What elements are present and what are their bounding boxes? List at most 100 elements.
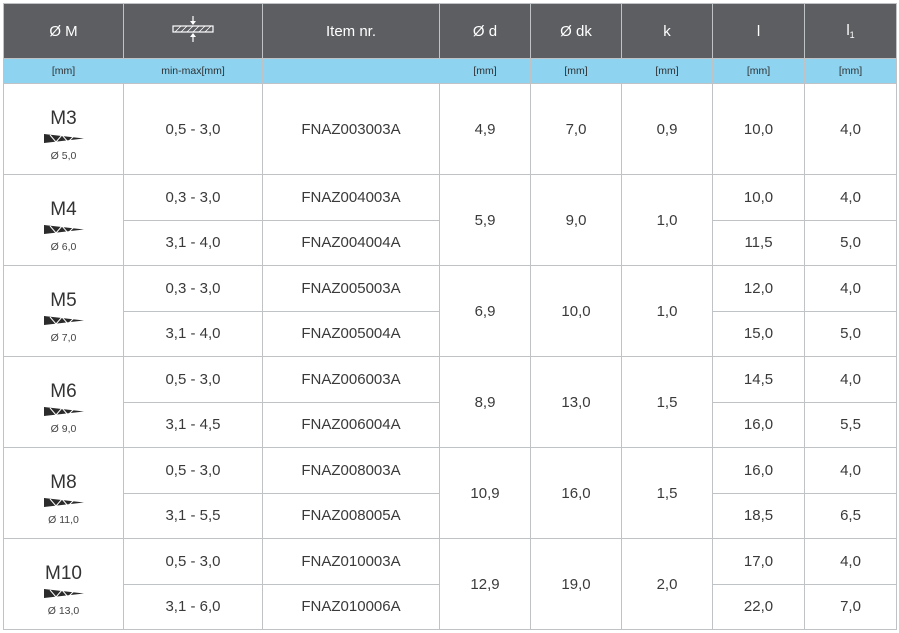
l1-value: 5,0 bbox=[804, 219, 897, 266]
grip-range: 0,5 - 3,0 bbox=[123, 538, 263, 585]
thread-size-cell: M10 Ø 13,0 bbox=[3, 538, 124, 630]
item-number: FNAZ008005A bbox=[262, 492, 440, 539]
thread-size-cell: M6 Ø 9,0 bbox=[3, 356, 124, 448]
k-value: 1,0 bbox=[621, 174, 713, 266]
grip-range: 3,1 - 4,5 bbox=[123, 401, 263, 448]
l-value: 16,0 bbox=[712, 447, 805, 494]
drill-diameter: Ø 11,0 bbox=[48, 513, 79, 526]
thread-size: M10 bbox=[45, 562, 82, 584]
l1-value: 5,0 bbox=[804, 310, 897, 357]
unit-dk: [mm] bbox=[530, 58, 622, 84]
unit-l1: [mm] bbox=[804, 58, 897, 84]
grip-range: 0,5 - 3,0 bbox=[123, 447, 263, 494]
drill-diameter: Ø 13,0 bbox=[47, 604, 80, 617]
grip-range: 3,1 - 6,0 bbox=[123, 583, 263, 630]
item-number: FNAZ006003A bbox=[262, 356, 440, 403]
l1-value: 4,0 bbox=[804, 265, 897, 312]
table-row: M4 Ø 6,0 0,3 - 3,0 FNAZ004003A 5,9 9,0 1,0 10,0… bbox=[3, 174, 897, 266]
header-item-number: Item nr. bbox=[262, 3, 440, 59]
header-l: l bbox=[712, 3, 805, 59]
l-value: 22,0 bbox=[712, 583, 805, 630]
drill-diameter: Ø 7,0 bbox=[50, 331, 77, 344]
k-value: 1,5 bbox=[621, 356, 713, 448]
table-row: M6 Ø 9,0 0,5 - 3,0 FNAZ006003A 8,9 13,0 1,5 14,… bbox=[3, 356, 897, 448]
diameter-dk: 10,0 bbox=[530, 265, 622, 357]
thread-size-cell: M3 Ø 5,0 bbox=[3, 83, 124, 175]
header-l1: l1 bbox=[804, 3, 897, 59]
drill-bit-icon bbox=[43, 588, 84, 598]
item-number: FNAZ005003A bbox=[262, 265, 440, 312]
diameter-dk: 19,0 bbox=[530, 538, 622, 630]
grip-range: 0,3 - 3,0 bbox=[123, 174, 263, 221]
l1-value: 4,0 bbox=[804, 447, 897, 494]
l-value: 15,0 bbox=[712, 310, 805, 357]
drill-diameter: Ø 9,0 bbox=[50, 422, 77, 435]
drill-bit-icon bbox=[43, 497, 84, 507]
l-value: 14,5 bbox=[712, 356, 805, 403]
diameter-d: 4,9 bbox=[439, 83, 531, 175]
unit-l: [mm] bbox=[712, 58, 805, 84]
unit-d: [mm] bbox=[439, 58, 531, 84]
item-number: FNAZ010003A bbox=[262, 538, 440, 585]
item-number: FNAZ003003A bbox=[262, 83, 440, 175]
l1-value: 7,0 bbox=[804, 583, 897, 630]
units-row: [mm] min-max[mm] [mm] [mm] [mm] [mm] [mm… bbox=[3, 58, 897, 84]
diameter-dk: 9,0 bbox=[530, 174, 622, 266]
item-number: FNAZ004003A bbox=[262, 174, 440, 221]
l-value: 18,5 bbox=[712, 492, 805, 539]
l1-value: 4,0 bbox=[804, 83, 897, 175]
item-number: FNAZ006004A bbox=[262, 401, 440, 448]
unit-item bbox=[262, 58, 440, 84]
l1-value: 5,5 bbox=[804, 401, 897, 448]
k-value: 1,5 bbox=[621, 447, 713, 539]
drill-diameter: Ø 6,0 bbox=[50, 240, 77, 253]
thread-size-cell: M8 Ø 11,0 bbox=[3, 447, 124, 539]
grip-range: 3,1 - 4,0 bbox=[123, 219, 263, 266]
l1-value: 4,0 bbox=[804, 538, 897, 585]
diameter-dk: 16,0 bbox=[530, 447, 622, 539]
thread-size: M6 bbox=[50, 380, 77, 402]
unit-grip: min-max[mm] bbox=[123, 58, 263, 84]
l-value: 17,0 bbox=[712, 538, 805, 585]
drill-bit-icon bbox=[43, 133, 84, 143]
drill-diameter: Ø 5,0 bbox=[50, 149, 77, 162]
drill-bit-icon bbox=[43, 224, 84, 234]
header-row: Ø M Item nr. Ø d Ø dk k l l1 bbox=[3, 3, 897, 59]
thread-size-cell: M4 Ø 6,0 bbox=[3, 174, 124, 266]
rivet-nut-spec-table: Ø M Item nr. Ø d Ø dk k l l1 [mm] min-ma… bbox=[3, 3, 897, 630]
grip-range: 3,1 - 4,0 bbox=[123, 310, 263, 357]
diameter-d: 6,9 bbox=[439, 265, 531, 357]
drill-bit-icon bbox=[43, 315, 84, 325]
item-number: FNAZ004004A bbox=[262, 219, 440, 266]
diameter-d: 12,9 bbox=[439, 538, 531, 630]
thread-size: M3 bbox=[50, 107, 77, 129]
header-grip-range bbox=[123, 3, 263, 59]
table-row: M3 Ø 5,0 0,5 - 3,0 FNAZ003003A 4,9 7,0 0,9 10,0… bbox=[3, 83, 897, 175]
l1-value: 6,5 bbox=[804, 492, 897, 539]
grip-range: 3,1 - 5,5 bbox=[123, 492, 263, 539]
grip-range: 0,5 - 3,0 bbox=[123, 356, 263, 403]
clamping-thickness-icon bbox=[172, 16, 214, 42]
item-number: FNAZ010006A bbox=[262, 583, 440, 630]
thread-size: M5 bbox=[50, 289, 77, 311]
k-value: 1,0 bbox=[621, 265, 713, 357]
unit-k: [mm] bbox=[621, 58, 713, 84]
diameter-d: 5,9 bbox=[439, 174, 531, 266]
item-number: FNAZ008003A bbox=[262, 447, 440, 494]
l-value: 16,0 bbox=[712, 401, 805, 448]
thread-size-cell: M5 Ø 7,0 bbox=[3, 265, 124, 357]
header-diameter-m: Ø M bbox=[3, 3, 124, 59]
table-row: M5 Ø 7,0 0,3 - 3,0 FNAZ005003A 6,9 10,0 1,0 12,… bbox=[3, 265, 897, 357]
header-k: k bbox=[621, 3, 713, 59]
diameter-d: 10,9 bbox=[439, 447, 531, 539]
unit-m: [mm] bbox=[3, 58, 124, 84]
grip-range: 0,5 - 3,0 bbox=[123, 83, 263, 175]
table-row: M8 Ø 11,0 0,5 - 3,0 FNAZ008003A 10,9 16,0 1,5 1… bbox=[3, 447, 897, 539]
thread-size: M8 bbox=[50, 471, 77, 493]
table-row: M10 Ø 13,0 0,5 - 3,0 FNAZ010003A 12,9 19,0 2,0… bbox=[3, 538, 897, 630]
l-value: 11,5 bbox=[712, 219, 805, 266]
l1-value: 4,0 bbox=[804, 174, 897, 221]
diameter-dk: 7,0 bbox=[530, 83, 622, 175]
thread-size: M4 bbox=[50, 198, 77, 220]
l1-value: 4,0 bbox=[804, 356, 897, 403]
